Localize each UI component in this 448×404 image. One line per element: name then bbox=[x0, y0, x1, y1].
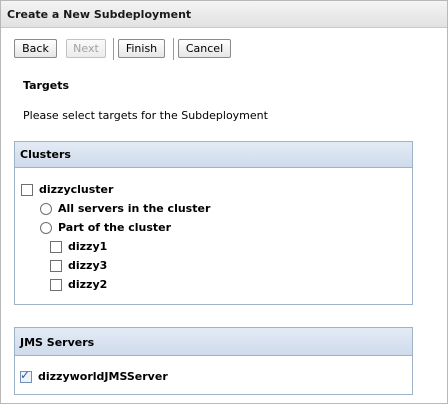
jms-servers-header-label: JMS Servers bbox=[20, 336, 95, 349]
clusters-panel: Clusters dizzycluster All servers in the… bbox=[14, 141, 413, 305]
toolbar-separator bbox=[113, 38, 114, 60]
jms-servers-panel: JMS Servers ✓ dizzyworldJMSServer bbox=[14, 327, 413, 395]
server-checkbox-dizzy3[interactable] bbox=[50, 259, 62, 272]
jms-server-checkbox[interactable]: ✓ bbox=[20, 367, 32, 383]
next-button[interactable]: Next bbox=[66, 39, 106, 58]
cluster-row[interactable]: dizzycluster bbox=[21, 183, 113, 196]
instruction-text: Please select targets for the Subdeploym… bbox=[23, 109, 268, 122]
radio-all-servers-label: All servers in the cluster bbox=[58, 202, 211, 215]
radio-part-of-cluster[interactable] bbox=[40, 221, 52, 234]
dialog-frame: Create a New Subdeployment Back Next Fin… bbox=[0, 0, 448, 404]
server-checkbox-dizzy1[interactable] bbox=[50, 240, 62, 253]
server-row-dizzy3[interactable]: dizzy3 bbox=[50, 259, 107, 272]
section-heading: Targets bbox=[23, 79, 70, 92]
server-label-dizzy1: dizzy1 bbox=[68, 240, 108, 253]
radio-part-of-cluster-row[interactable]: Part of the cluster bbox=[40, 221, 171, 234]
finish-button[interactable]: Finish bbox=[118, 39, 165, 58]
jms-server-row[interactable]: ✓ dizzyworldJMSServer bbox=[20, 367, 168, 383]
cluster-checkbox[interactable] bbox=[21, 183, 33, 196]
server-checkbox-dizzy2[interactable] bbox=[50, 278, 62, 291]
cluster-label: dizzycluster bbox=[39, 183, 114, 196]
jms-servers-panel-header: JMS Servers bbox=[15, 328, 412, 356]
cancel-button[interactable]: Cancel bbox=[178, 39, 231, 58]
toolbar-separator bbox=[173, 38, 174, 60]
checkmark-icon: ✓ bbox=[20, 367, 31, 382]
radio-all-servers-row[interactable]: All servers in the cluster bbox=[40, 202, 210, 215]
dialog-title: Create a New Subdeployment bbox=[7, 8, 192, 21]
clusters-panel-header: Clusters bbox=[15, 142, 412, 168]
back-button[interactable]: Back bbox=[14, 39, 57, 58]
server-label-dizzy2: dizzy2 bbox=[68, 278, 108, 291]
server-label-dizzy3: dizzy3 bbox=[68, 259, 108, 272]
server-row-dizzy2[interactable]: dizzy2 bbox=[50, 278, 107, 291]
server-row-dizzy1[interactable]: dizzy1 bbox=[50, 240, 107, 253]
jms-server-label: dizzyworldJMSServer bbox=[38, 370, 168, 383]
radio-part-of-cluster-label: Part of the cluster bbox=[58, 221, 172, 234]
clusters-header-label: Clusters bbox=[20, 148, 71, 161]
dialog-title-bar: Create a New Subdeployment bbox=[1, 1, 447, 28]
radio-all-servers[interactable] bbox=[40, 202, 52, 215]
